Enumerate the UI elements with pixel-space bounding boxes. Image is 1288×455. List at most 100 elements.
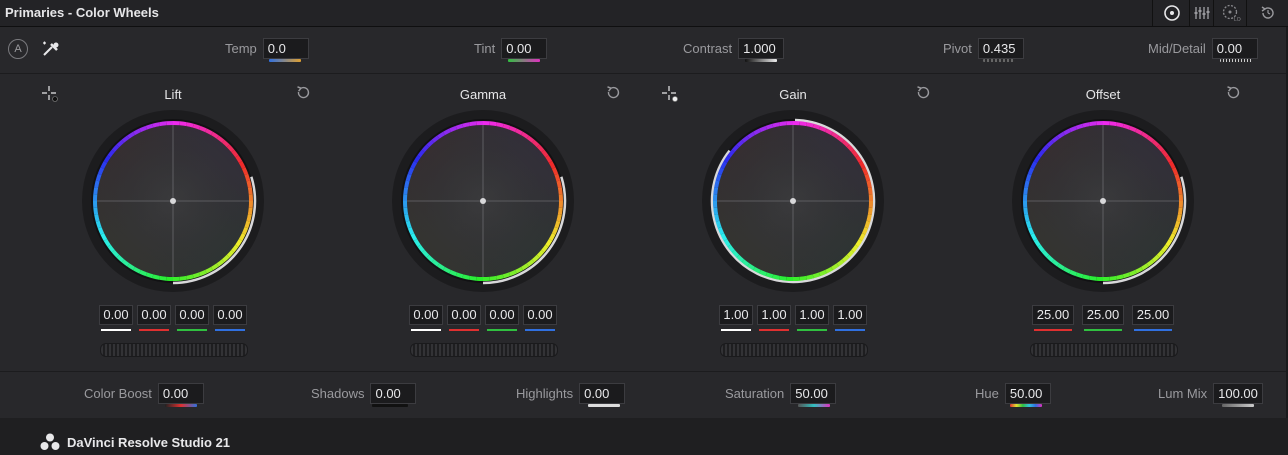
lift-reset-icon[interactable] [295,85,311,101]
gain-wheel-title: Gain [779,87,807,102]
gamma-red-value[interactable]: 0.00 [447,305,481,325]
shadows-label: Shadows [311,386,365,401]
gain-green-value[interactable]: 1.00 [795,305,829,325]
offset-red-value[interactable]: 25.00 [1032,305,1074,325]
tint-param: Tint 0.00 [474,38,548,59]
tint-label: Tint [474,41,496,56]
temp-param: Temp 0.0 [225,38,309,59]
white-point-picker-icon[interactable] [661,85,679,103]
temp-value[interactable]: 0.0 [262,38,309,59]
offset-color-wheel[interactable] [1011,109,1195,293]
mid-detail-slider[interactable] [1220,59,1252,62]
hue-slider[interactable] [1010,404,1042,407]
pivot-slider[interactable] [983,59,1015,62]
gamma-green-indicator [487,329,517,331]
offset-blue-value[interactable]: 25.00 [1132,305,1174,325]
gamma-blue-indicator [525,329,555,331]
shadows-slider[interactable] [372,404,408,407]
color-boost-value[interactable]: 0.00 [157,383,204,404]
log-mode-icon: LOG [1222,4,1241,22]
top-parameter-row: A Temp 0.0 Tint 0.00 Contrast 1.000 Pivo… [0,27,1286,74]
reset-all-icon [1261,6,1274,19]
highlights-label: Highlights [516,386,574,401]
temp-label: Temp [225,41,257,56]
davinci-logo-icon [40,433,60,450]
gain-green-indicator [797,329,827,331]
gain-red-indicator [759,329,789,331]
contrast-value[interactable]: 1.000 [738,38,785,59]
gain-blue-value[interactable]: 1.00 [833,305,867,325]
gamma-master-value[interactable]: 0.00 [409,305,443,325]
gamma-master-indicator [411,329,441,331]
temp-slider[interactable] [269,59,301,62]
lift-red-indicator [139,329,169,331]
gain-red-value[interactable]: 1.00 [757,305,791,325]
auto-balance-button[interactable]: A [8,39,28,59]
hue-value[interactable]: 50.00 [1004,383,1051,404]
gamma-color-wheel[interactable] [391,109,575,293]
saturation-label: Saturation [725,386,785,401]
lum-mix-slider[interactable] [1222,404,1254,407]
offset-red-indicator [1034,329,1072,331]
offset-green-value[interactable]: 25.00 [1082,305,1124,325]
gamma-green-value[interactable]: 0.00 [485,305,519,325]
gamma-reset-icon[interactable] [605,85,621,101]
gamma-blue-value[interactable]: 0.00 [523,305,557,325]
lift-master-value[interactable]: 0.00 [99,305,133,325]
gamma-wheel-title: Gamma [459,87,507,102]
lum-mix-param: Lum Mix 100.00 [1158,383,1263,404]
bars-mode-icon [1194,7,1210,19]
tint-value[interactable]: 0.00 [501,38,548,59]
pivot-label: Pivot [943,41,972,56]
offset-reset-icon[interactable] [1225,85,1241,101]
bottom-parameter-row: Color Boost 0.00 Shadows 0.00 Highlights… [0,371,1286,418]
lift-color-wheel[interactable] [81,109,265,293]
lift-blue-value[interactable]: 0.00 [213,305,247,325]
lift-red-value[interactable]: 0.00 [137,305,171,325]
hue-param: Hue 50.00 [975,383,1051,404]
svg-text:LOG: LOG [1234,17,1241,22]
reset-all-button[interactable] [1246,0,1288,26]
bars-mode-button[interactable] [1189,0,1214,26]
offset-blue-indicator [1134,329,1172,331]
lum-mix-value[interactable]: 100.00 [1213,383,1263,404]
gain-color-wheel[interactable] [701,109,885,293]
shadows-value[interactable]: 0.00 [370,383,417,404]
pivot-value[interactable]: 0.435 [977,38,1024,59]
mid-detail-value[interactable]: 0.00 [1211,38,1258,59]
contrast-param: Contrast 1.000 [683,38,785,59]
log-mode-button[interactable]: LOG [1213,0,1247,26]
title-bar: Primaries - Color Wheels LOG [0,0,1288,27]
tint-slider[interactable] [508,59,540,62]
gamma-master-jog[interactable] [410,343,558,357]
highlights-slider[interactable] [588,404,620,407]
gain-master-jog[interactable] [720,343,868,357]
saturation-value[interactable]: 50.00 [790,383,837,404]
gain-master-indicator [721,329,751,331]
eyedropper-icon[interactable] [40,39,62,59]
lift-master-indicator [101,329,131,331]
black-point-picker-icon[interactable] [41,85,59,103]
saturation-slider[interactable] [798,404,830,407]
gain-reset-icon[interactable] [915,85,931,101]
panel-title: Primaries - Color Wheels [5,5,159,20]
lift-master-jog[interactable] [100,343,248,357]
gamma-red-indicator [449,329,479,331]
lift-green-value[interactable]: 0.00 [175,305,209,325]
color-boost-param: Color Boost 0.00 [84,383,204,404]
lift-wheel-title: Lift [164,87,182,102]
contrast-slider[interactable] [745,59,777,62]
app-brand-name: DaVinci Resolve Studio 21 [67,435,231,450]
saturation-param: Saturation 50.00 [725,383,837,404]
pivot-param: Pivot 0.435 [943,38,1024,59]
highlights-value[interactable]: 0.00 [579,383,626,404]
shadows-param: Shadows 0.00 [311,383,417,404]
lift-blue-indicator [215,329,245,331]
mid-detail-label: Mid/Detail [1148,41,1206,56]
color-boost-label: Color Boost [84,386,152,401]
color-boost-slider[interactable] [165,404,197,407]
offset-master-jog[interactable] [1030,343,1178,357]
gain-master-value[interactable]: 1.00 [719,305,753,325]
offset-green-indicator [1084,329,1122,331]
wheel-mode-button[interactable] [1152,0,1190,26]
